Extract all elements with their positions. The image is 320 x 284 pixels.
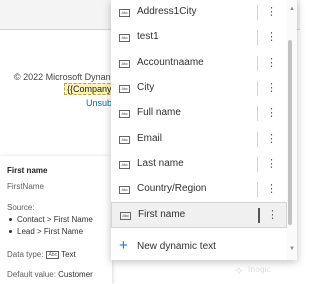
field-default-value: Default value: Customer xyxy=(7,270,93,279)
dynamic-text-item[interactable]: Abc Last name ⋮ xyxy=(111,152,287,178)
scroll-down-arrow-icon[interactable]: ▼ xyxy=(289,246,295,252)
item-divider xyxy=(257,106,258,122)
dynamic-text-item-label: City xyxy=(137,81,155,93)
text-field-icon: Abc xyxy=(119,160,130,169)
more-options-icon[interactable]: ⋮ xyxy=(267,206,278,224)
field-logical-name: FirstName xyxy=(7,182,44,191)
item-divider xyxy=(257,182,258,198)
item-divider xyxy=(257,80,258,96)
new-dynamic-text-button[interactable]: + New dynamic text xyxy=(111,235,287,259)
item-divider xyxy=(257,131,258,147)
dynamic-text-item-label: Accountnaame xyxy=(137,56,204,68)
item-divider xyxy=(257,30,258,46)
more-options-icon[interactable]: ⋮ xyxy=(266,3,277,21)
text-field-icon: Abc xyxy=(46,251,60,259)
more-options-icon[interactable]: ⋮ xyxy=(266,180,277,198)
dynamic-text-item-label: First name xyxy=(138,209,186,221)
field-details-title: First name xyxy=(7,166,48,175)
dynamic-text-item[interactable]: Abc Address1City ⋮ xyxy=(111,0,287,26)
logo-mark-icon: ✧ xyxy=(234,264,245,278)
scrollbar-thumb[interactable] xyxy=(288,40,292,225)
source-list-item: Contact > First Name xyxy=(7,214,93,226)
text-field-icon: Abc xyxy=(120,212,131,221)
plus-icon: + xyxy=(119,237,128,254)
more-options-icon[interactable]: ⋮ xyxy=(266,155,277,173)
more-options-icon[interactable]: ⋮ xyxy=(266,104,277,122)
dynamic-text-item-label: Full name xyxy=(137,107,181,119)
inogic-watermark: ✧ Inogic xyxy=(234,264,292,278)
footer-copyright-text: © 2022 Microsoft Dynan xyxy=(14,72,111,82)
dynamic-text-item-label: Country/Region xyxy=(137,183,207,195)
new-dynamic-text-label: New dynamic text xyxy=(137,241,216,252)
company-placeholder-token[interactable]: {{Company xyxy=(64,83,115,95)
text-field-icon: Abc xyxy=(119,186,130,195)
more-options-icon[interactable]: ⋮ xyxy=(266,28,277,46)
dynamic-text-dropdown: Abc Address1City ⋮ Abc test1 ⋮ Abc Accountnaame… xyxy=(111,0,297,260)
unsubscribe-link[interactable]: Unsub xyxy=(86,98,112,108)
text-field-icon: Abc xyxy=(119,135,130,144)
item-divider xyxy=(257,5,258,20)
watermark-text: Inogic xyxy=(248,265,272,274)
item-divider xyxy=(258,208,260,224)
text-field-icon: Abc xyxy=(119,110,130,119)
text-field-icon: Abc xyxy=(119,9,130,17)
dynamic-text-item-label: test1 xyxy=(137,31,159,43)
dynamic-text-item[interactable]: Abc test1 ⋮ xyxy=(111,25,287,51)
dynamic-text-item[interactable]: Abc Country/Region ⋮ xyxy=(111,177,287,203)
dynamic-text-item-label: Address1City xyxy=(137,6,197,17)
field-source-label: Source: xyxy=(7,203,35,212)
more-options-icon[interactable]: ⋮ xyxy=(266,130,277,148)
item-divider xyxy=(257,55,258,71)
scroll-up-arrow-icon[interactable]: ▲ xyxy=(289,6,295,12)
text-field-icon: Abc xyxy=(119,34,130,43)
more-options-icon[interactable]: ⋮ xyxy=(266,54,277,72)
dynamic-text-item[interactable]: Abc First name ⋮ xyxy=(111,202,287,229)
field-details-card: First name FirstName Source: Contact > F… xyxy=(0,156,112,284)
dynamic-text-item-label: Last name xyxy=(137,157,184,169)
field-data-type: Data type: Abc Text xyxy=(7,250,76,259)
dynamic-text-item[interactable]: Abc Full name ⋮ xyxy=(111,101,287,127)
item-divider xyxy=(257,156,258,172)
source-list-item: Lead > First Name xyxy=(7,226,93,238)
more-options-icon[interactable]: ⋮ xyxy=(266,79,277,97)
dynamic-text-item[interactable]: Abc Email ⋮ xyxy=(111,127,287,153)
dynamic-text-item[interactable]: Abc City ⋮ xyxy=(111,76,287,102)
text-field-icon: Abc xyxy=(119,59,130,68)
field-source-list: Contact > First Name Lead > First Name xyxy=(7,214,93,238)
text-field-icon: Abc xyxy=(119,84,130,93)
dynamic-text-item-label: Email xyxy=(137,132,163,144)
dynamic-text-item[interactable]: Abc Accountnaame ⋮ xyxy=(111,51,287,77)
